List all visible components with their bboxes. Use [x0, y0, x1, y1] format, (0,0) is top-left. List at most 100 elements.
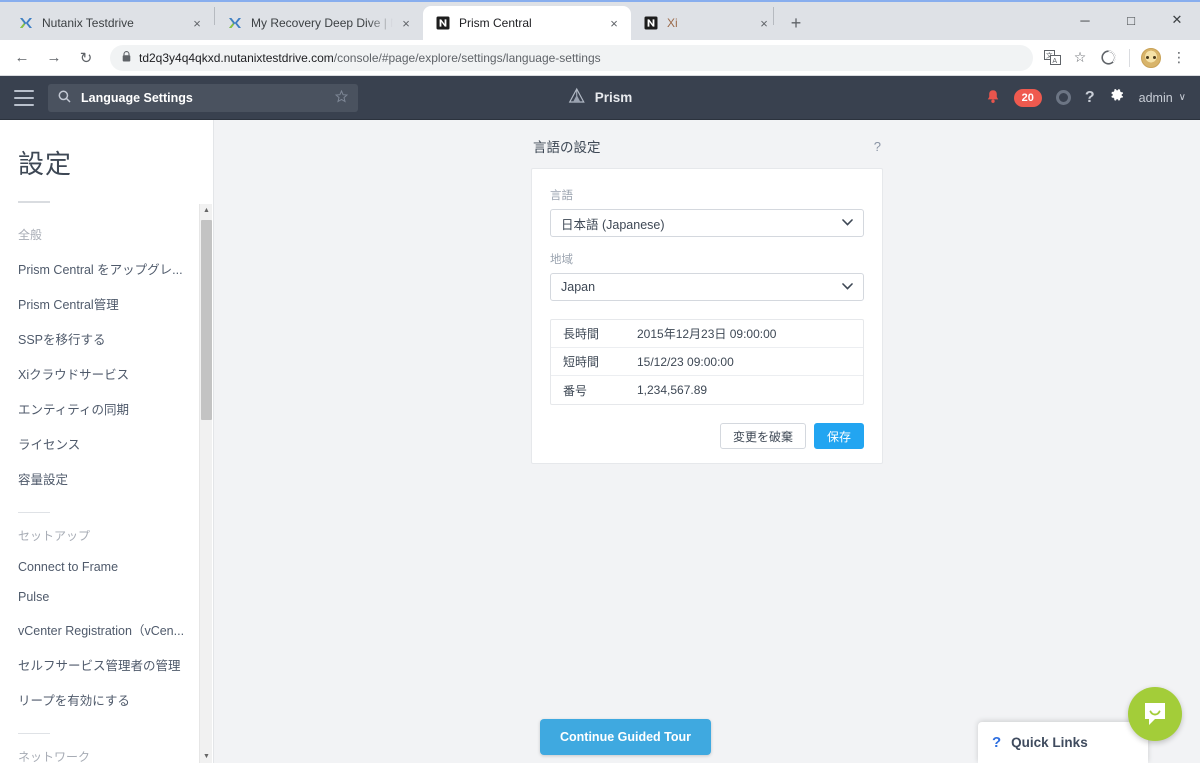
sidebar-item-vcenter-registration[interactable]: vCenter Registration（vCen... — [0, 612, 213, 647]
main-content: 言語の設定 ? 言語 日本語 (Japanese) 地域 Japan 長時間 2… — [214, 120, 1200, 763]
translate-icon[interactable]: 文 A — [1039, 45, 1065, 71]
region-field-label: 地域 — [550, 254, 573, 266]
panel-header: 言語の設定 ? — [531, 136, 883, 168]
back-icon[interactable]: ← — [8, 44, 36, 72]
sidebar-item-capacity-configurations[interactable]: 容量設定 — [0, 461, 213, 496]
settings-sidebar: 設定 全般 Prism Central をアップグレ... Prism Cent… — [0, 120, 214, 763]
sidebar-item-manage-self-service-admins[interactable]: セルフサービス管理者の管理 — [0, 647, 213, 682]
bookmark-star-icon[interactable]: ☆ — [1067, 45, 1093, 71]
search-input[interactable]: Language Settings — [48, 83, 358, 112]
svg-text:A: A — [1052, 58, 1057, 65]
prism-brand: Prism — [568, 87, 633, 108]
format-preview-table: 長時間 2015年12月23日 09:00:00 短時間 15/12/23 09… — [550, 319, 864, 405]
sidebar-scrollbar[interactable]: ▲ ▼ — [199, 204, 212, 763]
prism-n-icon — [435, 15, 451, 31]
language-select[interactable]: 日本語 (Japanese) — [550, 209, 864, 237]
avatar[interactable] — [1138, 45, 1164, 71]
browser-tab-3-active[interactable]: Prism Central × — [423, 6, 631, 40]
sidebar-item-licensing[interactable]: ライセンス — [0, 426, 213, 461]
user-menu[interactable]: admin ∨ — [1139, 91, 1186, 105]
alert-count-badge[interactable]: 20 — [1013, 88, 1042, 107]
help-icon[interactable]: ? — [1085, 89, 1095, 107]
quick-links-label: Quick Links — [1011, 735, 1088, 750]
preview-key-number: 番号 — [563, 383, 588, 398]
browser-tab-title: Xi — [667, 16, 678, 30]
bell-icon[interactable] — [986, 89, 1000, 107]
browser-tab-2[interactable]: My Recovery Deep Dive | Nutanix × — [215, 6, 423, 40]
language-settings-panel: 言語の設定 ? 言語 日本語 (Japanese) 地域 Japan 長時間 2… — [531, 120, 883, 464]
card-actions: 変更を破棄 保存 — [550, 423, 864, 449]
sidebar-item-entity-sync[interactable]: エンティティの同期 — [0, 391, 213, 426]
address-bar-url: td2q3y4q4qkxd.nutanixtestdrive.com/conso… — [139, 51, 601, 65]
window-close-button[interactable]: ✕ — [1154, 4, 1200, 36]
panel-title: 言語の設定 — [533, 140, 601, 155]
tab-close-icon[interactable]: × — [605, 14, 623, 32]
chat-bubble-icon[interactable] — [1128, 687, 1182, 741]
question-mark-icon: ? — [992, 734, 1002, 751]
language-field-label: 言語 — [550, 190, 573, 202]
hamburger-menu-icon[interactable] — [14, 89, 34, 106]
tab-close-icon[interactable]: × — [188, 14, 206, 32]
browser-tab-title: Prism Central — [459, 16, 532, 30]
window-maximize-button[interactable]: □ — [1108, 4, 1154, 36]
scroll-down-arrow-icon[interactable]: ▼ — [200, 750, 213, 763]
reload-icon[interactable]: ↻ — [72, 44, 100, 72]
user-menu-label: admin — [1138, 90, 1173, 105]
nutanix-x-icon — [18, 15, 34, 31]
tab-close-icon[interactable]: × — [397, 14, 415, 32]
tasks-ring-icon[interactable] — [1055, 90, 1071, 105]
preview-key-long-time: 長時間 — [563, 327, 600, 341]
sidebar-group-label-setup: セットアップ — [18, 529, 91, 543]
sidebar-item-prism-central-management[interactable]: Prism Central管理 — [0, 286, 213, 321]
gear-icon[interactable] — [1109, 87, 1125, 108]
discard-changes-button[interactable]: 変更を破棄 — [719, 423, 806, 449]
region-select-value: Japan — [561, 280, 596, 294]
browser-window: Nutanix Testdrive × My Recovery Deep Div… — [0, 0, 1200, 763]
prism-header: Language Settings Prism 20 ? admin ∨ — [0, 76, 1200, 120]
browser-tab-title: Nutanix Testdrive — [42, 16, 134, 30]
tab-close-icon[interactable]: × — [755, 14, 773, 32]
chevron-down-icon — [842, 218, 853, 229]
region-select[interactable]: Japan — [550, 273, 864, 301]
panel-help-icon[interactable]: ? — [874, 139, 881, 154]
browser-tabstrip: Nutanix Testdrive × My Recovery Deep Div… — [0, 0, 1200, 40]
browser-tab-title: My Recovery Deep Dive | Nutanix — [251, 16, 393, 30]
kebab-menu-icon[interactable]: ⋮ — [1166, 45, 1192, 71]
star-icon[interactable] — [334, 89, 349, 106]
continue-guided-tour-button[interactable]: Continue Guided Tour — [540, 719, 711, 755]
url-path: /console/#page/explore/settings/language… — [333, 50, 601, 65]
toolbar-divider — [1129, 48, 1130, 67]
prism-n-icon — [643, 15, 659, 31]
sidebar-group-label-network: ネットワーク — [18, 750, 91, 763]
page-title: 設定 — [18, 149, 73, 179]
table-row: 番号 1,234,567.89 — [551, 376, 863, 404]
new-tab-button[interactable]: + — [782, 9, 810, 37]
toolbar-icons: 文 A ☆ ⋮ — [1039, 45, 1192, 71]
extension-circle-icon[interactable] — [1095, 45, 1121, 71]
sidebar-item-xi-cloud-services[interactable]: Xiクラウドサービス — [0, 356, 213, 391]
sidebar-item-enable-leap[interactable]: リープを有効にする — [0, 682, 213, 717]
scroll-up-arrow-icon[interactable]: ▲ — [200, 204, 213, 217]
browser-tab-4[interactable]: Xi — [631, 6, 751, 40]
browser-toolbar: ← → ↻ td2q3y4q4qkxd.nutanixtestdrive.com… — [0, 40, 1200, 76]
sidebar-item-migrate-ssp[interactable]: SSPを移行する — [0, 321, 213, 356]
quick-links-panel[interactable]: ? Quick Links — [978, 722, 1148, 763]
save-button[interactable]: 保存 — [813, 423, 864, 449]
sidebar-item-pulse[interactable]: Pulse — [0, 582, 213, 612]
sidebar-scroll-area: 全般 Prism Central をアップグレ... Prism Central… — [0, 212, 213, 763]
forward-icon[interactable]: → — [40, 44, 68, 72]
prism-pyramid-logo — [568, 87, 586, 108]
window-minimize-button[interactable]: ─ — [1062, 4, 1108, 36]
browser-tab-1[interactable]: Nutanix Testdrive × — [6, 6, 214, 40]
tab-separator — [773, 7, 774, 25]
nutanix-x-icon — [227, 15, 243, 31]
prism-central-app: Language Settings Prism 20 ? admin ∨ 設定 … — [0, 76, 1200, 763]
scrollbar-thumb[interactable] — [201, 220, 212, 420]
prism-brand-name: Prism — [594, 90, 633, 105]
sidebar-group-label-general: 全般 — [18, 228, 43, 242]
language-select-value: 日本語 (Japanese) — [561, 217, 665, 232]
sidebar-item-upgrade-prism-central[interactable]: Prism Central をアップグレ... — [0, 251, 213, 286]
sidebar-item-connect-to-frame[interactable]: Connect to Frame — [0, 552, 213, 582]
address-bar[interactable]: td2q3y4q4qkxd.nutanixtestdrive.com/conso… — [110, 44, 1033, 71]
lock-icon — [122, 50, 131, 65]
